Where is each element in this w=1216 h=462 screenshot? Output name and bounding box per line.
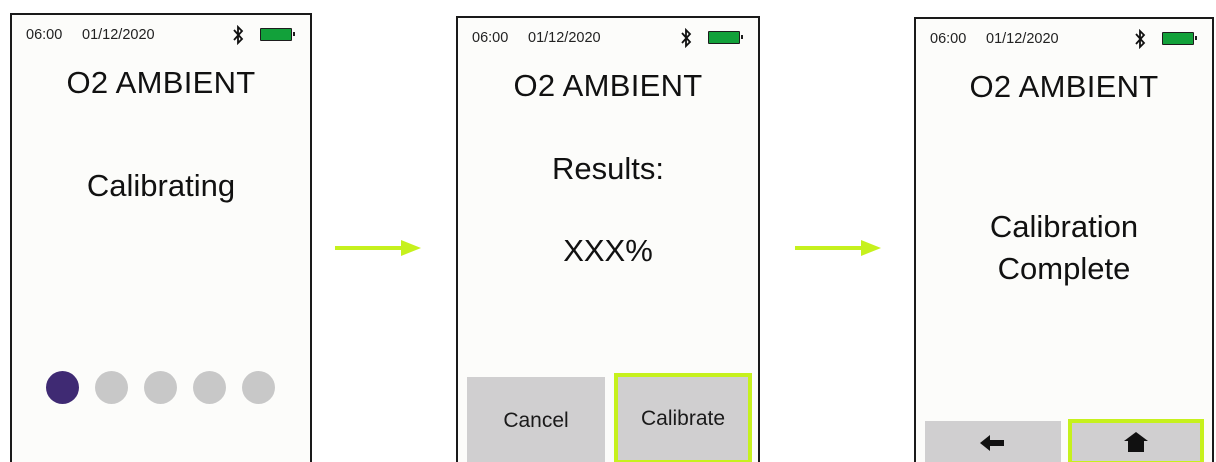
screen-title: O2 AMBIENT [66, 65, 256, 100]
battery-icon [260, 28, 295, 41]
progress-dot-active [46, 371, 79, 404]
results-value: XXX% [563, 233, 653, 268]
status-bar: 06:00 01/12/2020 [930, 29, 1197, 51]
status-bar: 06:00 01/12/2020 [472, 28, 743, 50]
complete-message-line2: Complete [997, 251, 1131, 286]
status-time: 06:00 [26, 27, 63, 43]
screen-calibrating: 06:00 01/12/2020 O2 AMBIENT Calibrating [10, 13, 312, 462]
progress-dot [95, 371, 128, 404]
status-bar: 06:00 01/12/2020 [26, 25, 295, 47]
progress-dot [193, 371, 226, 404]
battery-icon [1162, 32, 1197, 45]
status-time: 06:00 [930, 31, 967, 47]
progress-dot [144, 371, 177, 404]
home-button[interactable] [1068, 419, 1204, 462]
battery-icon [708, 31, 743, 44]
screen-results: 06:00 01/12/2020 O2 AMBIENT Results: XXX… [456, 16, 760, 462]
arrow-left-icon [980, 435, 1004, 451]
status-date: 01/12/2020 [528, 30, 601, 46]
bluetooth-icon [1135, 29, 1146, 49]
screen-title: O2 AMBIENT [513, 68, 703, 103]
flow-arrow-icon [335, 240, 421, 256]
status-date: 01/12/2020 [82, 27, 155, 43]
calibrate-button[interactable]: Calibrate [614, 373, 752, 462]
status-time: 06:00 [472, 30, 509, 46]
bluetooth-icon [681, 28, 692, 48]
screen-calibration-complete: 06:00 01/12/2020 O2 AMBIENT Calibration … [914, 17, 1214, 462]
calibrating-message: Calibrating [86, 168, 236, 203]
complete-message-line1: Calibration [989, 209, 1139, 244]
home-icon [1124, 432, 1148, 452]
screen-title: O2 AMBIENT [969, 69, 1159, 104]
flow-arrow-icon [795, 240, 881, 256]
bluetooth-icon [233, 25, 244, 45]
cancel-button[interactable]: Cancel [467, 377, 605, 462]
status-date: 01/12/2020 [986, 31, 1059, 47]
progress-dot [242, 371, 275, 404]
back-button[interactable] [925, 421, 1061, 462]
results-label: Results: [552, 151, 664, 186]
